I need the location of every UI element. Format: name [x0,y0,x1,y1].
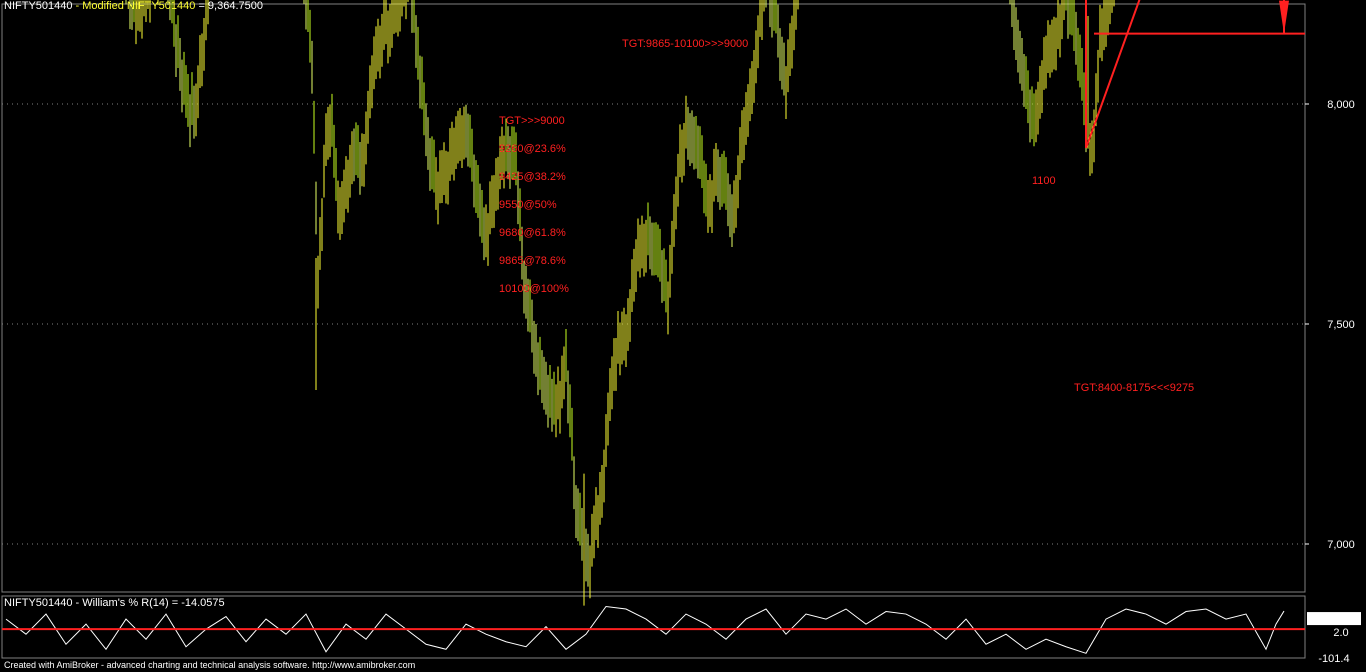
williams-bottom-label: -101.4 [1318,653,1349,665]
symbol-label: NIFTY501440 [4,0,73,12]
price-panel-frame [1,3,1306,593]
footer-credit: Created with AmiBroker - advanced charti… [4,660,416,670]
series-name-label: Modified NIFTY501440 [82,0,196,12]
price-panel-header: NIFTY501440 - Modified NIFTY501440 = 9,3… [4,0,263,12]
arrow-down-icon [1279,0,1289,34]
fib-level-text: 9425@38.2% [499,171,566,183]
fib-level-text: 10100@100% [499,283,569,295]
williams-last-label: -14.0575 [1312,613,1355,625]
header-separator: - [72,0,83,12]
trend-line [1085,0,1141,149]
move-size-text: 1100 [1032,175,1056,187]
top-target-text: TGT:9865-10100>>>9000 [622,38,748,50]
y-tick-label: 7,500 [1327,319,1355,331]
indicator-panel-header: NIFTY501440 - William's % R(14) = -14.05… [4,597,225,609]
y-tick-label: 2.0 [1333,627,1348,639]
fib-level-text: TGT>>>9000 [499,115,565,127]
chart-canvas: 9,0008,5008,0007,5007,0002.09,364.75TGT:… [1,0,1361,665]
price-series [125,0,1115,606]
fib-level-text: 9260@23.6% [499,143,566,155]
fib-level-text: 9865@78.6% [499,255,566,267]
series-value-label: = 9,364.7500 [195,0,263,12]
bottom-target-text: TGT:8400-8175<<<9275 [1074,382,1194,394]
y-tick-label: 7,000 [1327,539,1355,551]
fib-level-text: 9550@50% [499,199,557,211]
fib-level-text: 9680@61.8% [499,227,566,239]
y-tick-label: 8,000 [1327,99,1355,111]
